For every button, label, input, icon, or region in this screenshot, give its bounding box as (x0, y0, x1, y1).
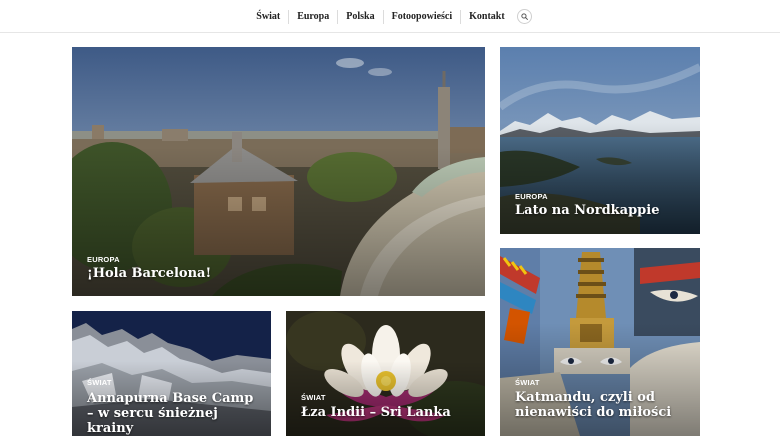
nav-item-fotoopowiesci[interactable]: Fotoopowieści (384, 9, 462, 24)
post-title[interactable]: ¡Hola Barcelona! (87, 266, 471, 281)
post-category[interactable]: Europa (87, 255, 120, 264)
search-button[interactable] (516, 9, 532, 24)
post-category[interactable]: Świat (301, 393, 326, 402)
nav-item-swiat[interactable]: Świat (248, 9, 290, 24)
post-title[interactable]: Lato na Nordkappie (515, 203, 686, 218)
post-category[interactable]: Świat (515, 378, 540, 387)
post-title[interactable]: Annapurna Base Camp – w sercu śnieżnej k… (87, 391, 257, 436)
nav-item-europa[interactable]: Europa (289, 9, 339, 24)
post-card-katmandu[interactable]: Świat Katmandu, czyli od nienawiści do m… (500, 248, 700, 436)
search-icon (521, 13, 528, 20)
post-category[interactable]: Świat (87, 378, 112, 387)
post-card-srilanka[interactable]: Świat Łza Indii – Sri Lanka (286, 311, 485, 436)
post-card-nordkapp[interactable]: Europa Lato na Nordkappie (500, 47, 700, 234)
nav-item-polska[interactable]: Polska (338, 9, 384, 24)
nav-item-kontakt[interactable]: Kontakt (461, 10, 513, 24)
post-card-annapurna[interactable]: Świat Annapurna Base Camp – w sercu śnie… (72, 311, 271, 436)
post-card-barcelona[interactable]: Europa ¡Hola Barcelona! (72, 47, 485, 296)
main-navigation: Świat Europa Polska Fotoopowieści Kontak… (0, 0, 780, 33)
post-category[interactable]: Europa (515, 192, 548, 201)
post-title[interactable]: Katmandu, czyli od nienawiści do miłości (515, 390, 686, 420)
post-title[interactable]: Łza Indii – Sri Lanka (301, 405, 471, 420)
